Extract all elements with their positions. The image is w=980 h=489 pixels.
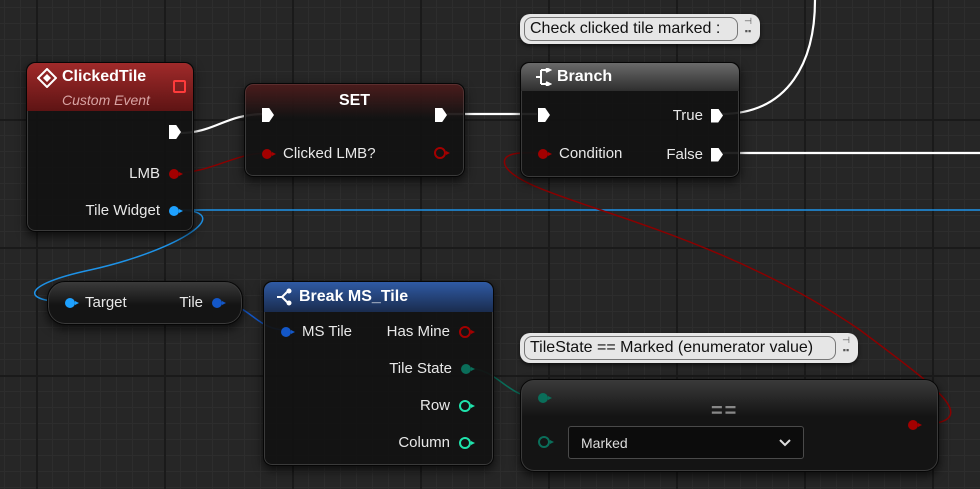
object-pin-icon [65, 297, 79, 308]
event-lmb-pin[interactable]: LMB [129, 165, 183, 182]
set-clicked-lmb-pin[interactable]: Clicked LMB? [262, 145, 376, 162]
int-output-icon [459, 436, 475, 449]
comment-pin-icon[interactable]: ⊣ ▪▪ [742, 16, 754, 36]
bool-pin-icon [262, 148, 276, 159]
break-column-label: Column [398, 434, 450, 451]
equal-input-a-pin[interactable] [538, 393, 552, 403]
bool-output-icon [434, 147, 450, 159]
branch-comment-text: Check clicked tile marked : [530, 20, 721, 37]
getter-target-pin[interactable]: Target [65, 294, 127, 311]
exec-out-icon [711, 108, 723, 123]
custom-event-header[interactable]: ClickedTile Custom Event [27, 63, 193, 111]
event-diamond-icon [37, 68, 57, 88]
break-tile-state-pin[interactable]: Tile State [389, 360, 475, 377]
break-struct-node[interactable]: Break MS_Tile MS Tile Has Mine Tile Stat… [263, 281, 494, 466]
chevron-down-icon [779, 438, 791, 446]
branch-header[interactable]: Branch [521, 63, 739, 91]
branch-title: Branch [557, 68, 613, 85]
getter-tile-label: Tile [179, 294, 203, 311]
bool-output-icon [459, 325, 475, 338]
branch-true-pin[interactable]: True [673, 107, 723, 124]
int-output-icon [459, 399, 475, 412]
event-tile-widget-label: Tile Widget [85, 202, 160, 219]
bool-pin-icon [538, 148, 552, 159]
object-pin-icon [169, 205, 183, 216]
bool-pin-icon [908, 420, 922, 430]
branch-comment-bubble[interactable]: Check clicked tile marked : ⊣ ▪▪ [520, 14, 760, 44]
branch-node[interactable]: Branch True Condition False [520, 62, 740, 178]
equal-output-pin[interactable] [908, 420, 922, 430]
set-output-pin[interactable] [434, 147, 450, 159]
set-exec-out-pin[interactable] [435, 108, 447, 122]
tile-getter-node[interactable]: Target Tile [47, 281, 243, 325]
exec-in-icon [538, 108, 550, 122]
comment-pin-icon[interactable]: ⊣ ▪▪ [840, 335, 852, 355]
enum-pin-icon [538, 393, 552, 403]
set-input-label: Clicked LMB? [283, 145, 376, 162]
delegate-pin-icon[interactable] [173, 80, 186, 93]
event-subtitle: Custom Event [62, 92, 150, 108]
equal-enum-node[interactable]: == Marked [520, 379, 939, 472]
break-column-pin[interactable]: Column [398, 434, 475, 451]
set-variable-node[interactable]: SET Clicked LMB? [244, 83, 465, 177]
event-exec-out-pin[interactable] [169, 125, 181, 139]
equal-comment-bubble[interactable]: TileState == Marked (enumerator value) ⊣… [520, 333, 858, 363]
exec-out-icon [169, 125, 181, 139]
exec-out-icon [711, 147, 723, 162]
branch-icon [536, 68, 552, 86]
branch-condition-label: Condition [559, 145, 623, 162]
break-struct-icon [277, 288, 292, 306]
branch-condition-pin[interactable]: Condition [538, 145, 622, 162]
custom-event-node[interactable]: ClickedTile Custom Event LMB Tile Widget [26, 62, 194, 232]
break-title: Break MS_Tile [299, 288, 409, 305]
event-title: ClickedTile [62, 68, 147, 85]
branch-true-label: True [672, 107, 703, 124]
break-row-label: Row [419, 397, 450, 414]
equal-comment-text: TileState == Marked (enumerator value) [530, 339, 814, 356]
exec-in-icon [262, 108, 274, 122]
getter-target-label: Target [85, 294, 127, 311]
set-header[interactable]: SET [245, 84, 464, 118]
set-title: SET [338, 92, 371, 109]
equal-input-b-pin[interactable] [538, 436, 554, 448]
set-exec-in-pin[interactable] [262, 108, 274, 122]
break-mstile-pin[interactable]: MS Tile [281, 323, 352, 340]
event-lmb-label: LMB [129, 165, 160, 182]
break-tile-state-label: Tile State [389, 360, 452, 377]
struct-pin-icon [212, 297, 226, 308]
break-header[interactable]: Break MS_Tile [264, 282, 493, 312]
exec-out-icon [435, 108, 447, 122]
break-has-mine-pin[interactable]: Has Mine [386, 323, 475, 340]
break-has-mine-label: Has Mine [386, 323, 450, 340]
break-input-label: MS Tile [302, 323, 353, 340]
break-row-pin[interactable]: Row [419, 397, 475, 414]
equal-operator: == [711, 400, 739, 422]
getter-tile-pin[interactable]: Tile [179, 294, 226, 311]
enum-input-icon [538, 436, 554, 448]
enum-pin-icon [461, 363, 475, 374]
enum-dropdown-value: Marked [581, 434, 628, 451]
branch-exec-in-pin[interactable] [538, 108, 550, 122]
enum-value-dropdown[interactable]: Marked [568, 426, 804, 459]
struct-pin-icon [281, 326, 295, 337]
branch-false-label: False [666, 146, 703, 163]
event-tile-widget-pin[interactable]: Tile Widget [85, 202, 183, 219]
bool-pin-icon [169, 168, 183, 179]
branch-false-pin[interactable]: False [666, 146, 723, 163]
